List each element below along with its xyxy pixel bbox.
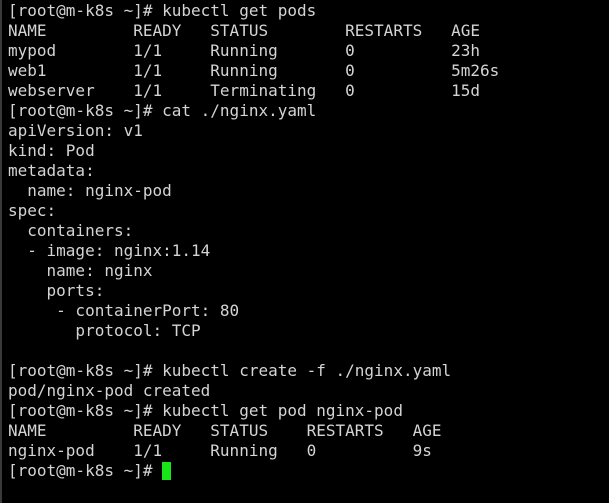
output-line: [root@m-k8s ~]# cat ./nginx.yaml xyxy=(8,101,317,120)
output-line: NAME READY STATUS RESTARTS AGE xyxy=(8,421,442,440)
output-line: [root@m-k8s ~]# kubectl get pods xyxy=(8,1,317,20)
output-line: containers: xyxy=(8,221,134,240)
output-line: - containerPort: 80 xyxy=(8,301,240,320)
output-line: name: nginx-pod xyxy=(8,181,172,200)
output-line: kind: Pod xyxy=(8,141,95,160)
output-line: ports: xyxy=(8,281,105,300)
output-line: metadata: xyxy=(8,161,95,180)
shell-prompt: [root@m-k8s ~]# xyxy=(8,461,163,480)
output-line: web1 1/1 Running 0 5m26s xyxy=(8,61,500,80)
output-line: nginx-pod 1/1 Running 0 9s xyxy=(8,441,432,460)
output-line: [root@m-k8s ~]# kubectl create -f ./ngin… xyxy=(8,361,452,380)
output-line: NAME READY STATUS RESTARTS AGE xyxy=(8,21,481,40)
output-line: pod/nginx-pod created xyxy=(8,381,211,400)
output-line: protocol: TCP xyxy=(8,321,201,340)
command-prompt-line[interactable]: [root@m-k8s ~]# xyxy=(8,461,609,481)
output-line: name: nginx xyxy=(8,261,153,280)
output-line: [root@m-k8s ~]# kubectl get pod nginx-po… xyxy=(8,401,403,420)
output-line: webserver 1/1 Terminating 0 15d xyxy=(8,81,481,100)
text-cursor xyxy=(162,462,172,480)
output-line: apiVersion: v1 xyxy=(8,121,143,140)
output-line: spec: xyxy=(8,201,57,220)
window-border xyxy=(0,0,2,503)
output-line: mypod 1/1 Running 0 23h xyxy=(8,41,481,60)
terminal-window[interactable]: [root@m-k8s ~]# kubectl get pods NAME RE… xyxy=(0,0,609,503)
output-line: - image: nginx:1.14 xyxy=(8,241,211,260)
